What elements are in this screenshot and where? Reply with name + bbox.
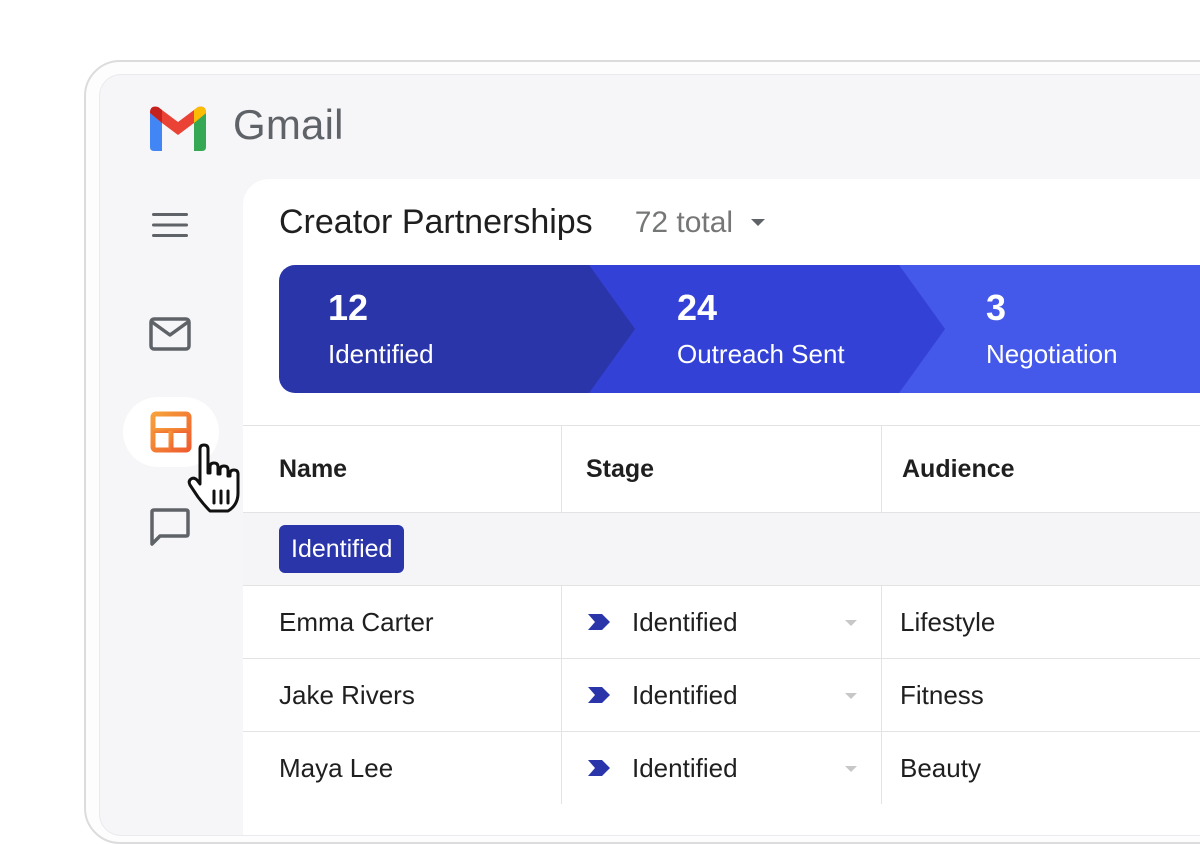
- stage-select[interactable]: Identified: [562, 732, 882, 804]
- stage-chevron-icon: [588, 760, 610, 776]
- table-row[interactable]: Emma Carter Identified Lifestyle: [243, 585, 1200, 658]
- mail-nav-button[interactable]: [148, 312, 192, 356]
- dropdown-caret-icon: [845, 766, 857, 772]
- pipeline-stage-outreach-sent[interactable]: 24 Outreach Sent: [589, 265, 945, 393]
- partners-table: Name Stage Audience Identified Emma Cart…: [243, 425, 1200, 804]
- stage-value: Identified: [632, 679, 738, 710]
- stage-value: Identified: [632, 752, 738, 783]
- stage-label: Identified: [328, 339, 434, 369]
- stage-select[interactable]: Identified: [562, 659, 882, 731]
- view-title: Creator Partnerships: [279, 203, 593, 241]
- partner-name: Maya Lee: [243, 732, 562, 804]
- table-row[interactable]: Maya Lee Identified Beauty: [243, 731, 1200, 804]
- audience-value: Lifestyle: [900, 606, 996, 637]
- audience-value: Fitness: [900, 679, 984, 710]
- layout-nav-button[interactable]: [123, 397, 219, 467]
- column-header-name[interactable]: Name: [243, 426, 562, 512]
- gmail-app-frame: Gmail Creator Partnerships 72 total 12 I…: [99, 74, 1200, 836]
- column-header-stage[interactable]: Stage: [562, 426, 882, 512]
- table-row[interactable]: Jake Rivers Identified Fitness: [243, 658, 1200, 731]
- stage-chevron-icon: [588, 614, 610, 630]
- dropdown-caret-icon: [845, 693, 857, 699]
- chat-icon: [150, 508, 190, 546]
- stage-count: 12: [328, 287, 369, 328]
- dropdown-caret-icon: [751, 219, 766, 226]
- pipeline-stage-identified[interactable]: 12 Identified: [279, 265, 635, 393]
- stage-count: 24: [677, 287, 718, 328]
- stage-select[interactable]: Identified: [562, 586, 882, 658]
- stage-value: Identified: [632, 606, 738, 637]
- mail-icon: [149, 317, 191, 351]
- total-count-dropdown[interactable]: 72 total: [634, 205, 766, 240]
- chat-nav-button[interactable]: [148, 505, 192, 549]
- stage-count: 3: [986, 287, 1007, 328]
- pipeline-bar: 12 Identified 24 Outreach Sent 3 Negotia…: [279, 265, 1200, 393]
- group-chip-identified[interactable]: Identified: [279, 525, 405, 573]
- stage-label: Negotiation: [986, 339, 1118, 369]
- view-header: Creator Partnerships 72 total: [279, 203, 766, 242]
- stage-chevron-icon: [588, 687, 610, 703]
- audience-value: Beauty: [900, 752, 981, 783]
- total-count-label: 72 total: [634, 205, 734, 239]
- layout-icon: [150, 411, 192, 453]
- app-brand-title: Gmail: [233, 101, 344, 148]
- group-header-row: Identified: [243, 512, 1200, 585]
- gmail-logo-icon: [150, 106, 206, 151]
- menu-icon: [152, 213, 188, 237]
- dropdown-caret-icon: [845, 620, 857, 626]
- partner-name: Emma Carter: [243, 586, 562, 658]
- main-menu-button[interactable]: [148, 203, 192, 247]
- partner-name: Jake Rivers: [243, 659, 562, 731]
- stage-label: Outreach Sent: [677, 339, 845, 369]
- table-header-row: Name Stage Audience: [243, 425, 1200, 512]
- column-header-audience[interactable]: Audience: [882, 426, 1200, 512]
- content-panel: Creator Partnerships 72 total 12 Identif…: [243, 179, 1200, 835]
